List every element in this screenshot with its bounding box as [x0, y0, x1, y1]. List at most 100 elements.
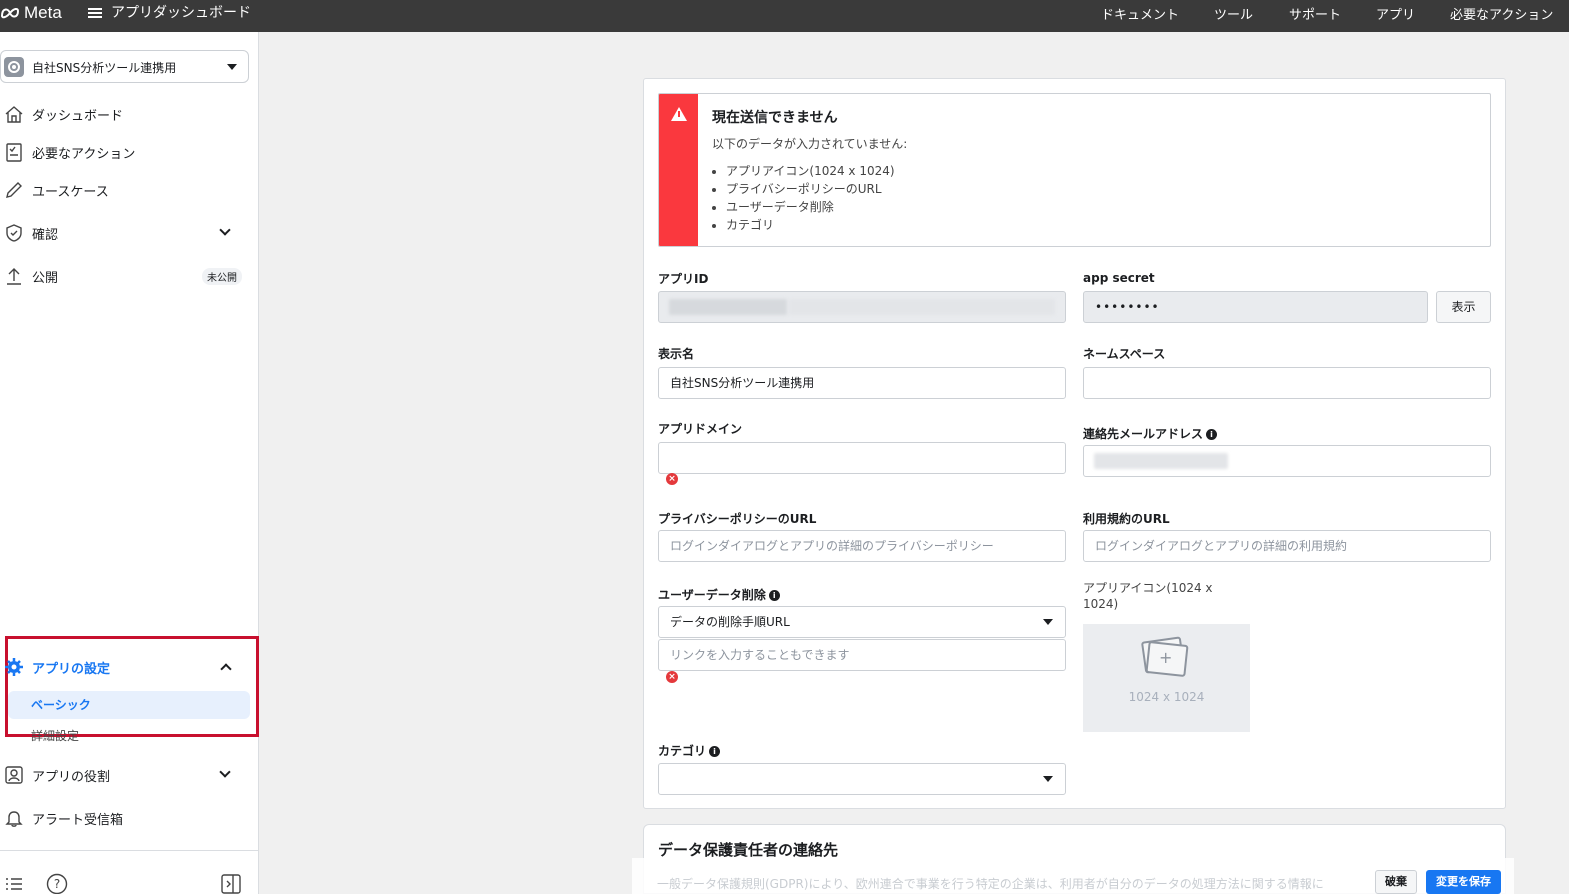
select-value: データの削除手順URL — [670, 615, 790, 629]
nav-support[interactable]: サポート — [1289, 4, 1341, 23]
sidebar-item-label: アラート受信箱 — [32, 813, 124, 828]
sidebar-subitem-label: ベーシック — [31, 698, 91, 712]
app-id-label: アプリID — [658, 272, 709, 286]
terms-label: 利用規約のURL — [1083, 512, 1170, 526]
info-icon[interactable]: i — [709, 746, 721, 757]
app-gear-icon — [4, 57, 24, 77]
nav-tools[interactable]: ツール — [1214, 4, 1253, 23]
terms-input[interactable]: ログインダイアログとアプリの詳細の利用規約 — [1083, 530, 1491, 562]
namespace-input[interactable] — [1083, 367, 1491, 399]
nav-docs[interactable]: ドキュメント — [1101, 4, 1179, 23]
meta-logo[interactable]: Meta — [0, 3, 62, 23]
alert-title: 現在送信できません — [712, 110, 838, 126]
show-secret-button[interactable]: 表示 — [1436, 291, 1491, 323]
list-item: プライバシーポリシーのURL — [726, 180, 895, 198]
save-bar: 一般データ保護規則(GDPR)により、欧州連合で事業を行う特定の企業は、利用者が… — [632, 858, 1514, 894]
list-item: カテゴリ — [726, 216, 895, 234]
chevron-down-icon — [1043, 619, 1053, 625]
app-icon-upload[interactable]: + 1024 x 1024 — [1083, 624, 1250, 732]
sidebar-subitem-advanced[interactable]: 詳細設定 — [31, 727, 79, 744]
help-icon[interactable]: ? — [46, 873, 68, 894]
sidebar-item-label: ダッシュボード — [32, 109, 124, 124]
app-icon-size: 1024 x 1024 — [1128, 690, 1205, 704]
alert-subtitle: 以下のデータが入力されていません: — [712, 137, 908, 151]
display-name-label: 表示名 — [658, 347, 695, 361]
sidebar-divider — [0, 850, 258, 851]
submission-alert: 現在送信できません 以下のデータが入力されていません: アプリアイコン(1024… — [658, 93, 1491, 247]
category-select[interactable] — [658, 763, 1066, 795]
app-secret-value: •••••••• — [1095, 300, 1160, 314]
alert-bar — [659, 94, 698, 246]
error-icon: × — [666, 473, 678, 485]
page-title: アプリダッシュボード — [111, 5, 251, 21]
nav-required-actions[interactable]: 必要なアクション — [1450, 4, 1553, 23]
nav-apps[interactable]: アプリ — [1376, 4, 1415, 23]
sidebar-item-use-cases[interactable]: ユースケース — [0, 175, 258, 205]
gdpr-text: 一般データ保護規則(GDPR)により、欧州連合で事業を行う特定の企業は、利用者が… — [657, 877, 1324, 891]
user-data-deletion-label: ユーザーデータ削除 i — [658, 586, 780, 603]
pencil-icon — [6, 182, 22, 198]
sidebar-item-label: アプリの設定 — [32, 662, 111, 677]
shield-check-icon — [6, 224, 22, 242]
bell-icon — [5, 811, 23, 827]
error-icon: × — [666, 671, 678, 683]
sidebar-item-label: ユースケース — [32, 185, 109, 200]
top-bar: Meta アプリダッシュボード ドキュメント ツール サポート アプリ 必要なア… — [0, 0, 1569, 32]
list-item: ユーザーデータ削除 — [726, 198, 895, 216]
contact-email-input[interactable] — [1083, 445, 1491, 477]
sidebar-item-review[interactable]: 確認 — [0, 218, 258, 248]
app-id-field[interactable] — [658, 291, 1066, 323]
contact-email-label: 連絡先メールアドレス i — [1083, 425, 1218, 442]
meta-logo-text: Meta — [24, 3, 62, 22]
sidebar-item-label: 公開 — [32, 271, 59, 286]
basic-settings-card: 現在送信できません 以下のデータが入力されていません: アプリアイコン(1024… — [643, 78, 1506, 809]
id-card-icon — [5, 766, 23, 784]
sidebar: 自社SNS分析ツール連携用 ダッシュボード 必要なアクション ユースケース 確認… — [0, 32, 259, 894]
list-icon[interactable] — [4, 875, 24, 893]
sidebar-item-app-settings[interactable]: アプリの設定 — [0, 652, 258, 682]
sidebar-item-label: 確認 — [32, 228, 59, 243]
sidebar-item-alerts[interactable]: アラート受信箱 — [0, 803, 258, 833]
info-icon[interactable]: i — [1206, 429, 1218, 440]
section-title: データ保護責任者の連絡先 — [658, 841, 839, 859]
sidebar-item-required-actions[interactable]: 必要なアクション — [0, 137, 258, 167]
collapse-sidebar-icon[interactable] — [221, 873, 241, 894]
chevron-down-icon — [219, 766, 231, 778]
app-selector-label: 自社SNS分析ツール連携用 — [32, 61, 177, 75]
discard-button[interactable]: 破棄 — [1375, 870, 1417, 894]
checklist-icon — [6, 143, 22, 162]
app-domain-input[interactable] — [658, 442, 1066, 474]
privacy-policy-input[interactable]: ログインダイアログとアプリの詳細のプライバシーポリシー — [658, 530, 1066, 562]
home-icon — [5, 106, 23, 123]
category-label: カテゴリ i — [658, 742, 721, 759]
save-button[interactable]: 変更を保存 — [1426, 870, 1501, 894]
chevron-down-icon — [219, 224, 231, 236]
app-icon-label: アプリアイコン(1024 x 1024) — [1083, 581, 1213, 611]
svg-text:?: ? — [54, 877, 60, 891]
menu-icon[interactable] — [88, 6, 102, 20]
chevron-down-icon — [1043, 776, 1053, 782]
sidebar-subitem-basic[interactable]: ベーシック — [8, 691, 250, 719]
app-secret-label: app secret — [1083, 271, 1155, 285]
display-name-input[interactable]: 自社SNS分析ツール連携用 — [658, 367, 1066, 399]
sidebar-item-publish[interactable]: 公開 未公開 — [0, 261, 258, 291]
app-secret-field[interactable]: •••••••• — [1083, 291, 1428, 323]
info-icon[interactable]: i — [768, 590, 780, 601]
app-domain-label: アプリドメイン — [658, 422, 743, 436]
namespace-label: ネームスペース — [1083, 347, 1166, 361]
user-data-deletion-select[interactable]: データの削除手順URL — [658, 606, 1066, 638]
sidebar-item-dashboard[interactable]: ダッシュボード — [0, 99, 258, 129]
sidebar-item-label: 必要なアクション — [32, 147, 136, 162]
chevron-down-icon — [227, 64, 237, 70]
privacy-policy-label: プライバシーポリシーのURL — [658, 512, 817, 526]
upload-icon — [7, 268, 21, 285]
gear-icon — [5, 658, 23, 676]
plus-icon: + — [1159, 648, 1173, 667]
sidebar-item-app-roles[interactable]: アプリの役割 — [0, 760, 258, 790]
meta-infinity-icon — [0, 7, 20, 19]
sidebar-item-label: アプリの役割 — [32, 770, 111, 785]
status-badge: 未公開 — [202, 268, 242, 285]
list-item: アプリアイコン(1024 x 1024) — [726, 162, 895, 180]
app-selector[interactable]: 自社SNS分析ツール連携用 — [0, 50, 249, 83]
user-data-deletion-input[interactable]: リンクを入力することもできます — [658, 639, 1066, 671]
